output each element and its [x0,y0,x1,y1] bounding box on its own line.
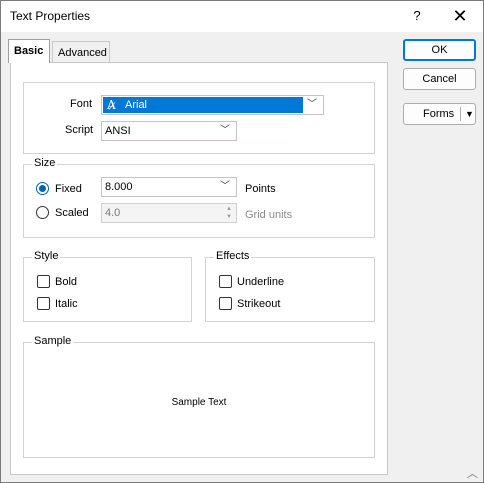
text-properties-dialog: Text Properties ? ✕ Basic Advanced Font … [0,0,484,483]
scaled-size-value: 4.0 [105,207,121,219]
font-type-icon: A̷ [107,98,116,112]
underline-checkbox[interactable] [219,275,232,288]
points-unit-label: Points [245,183,276,195]
script-label: Script [65,124,94,136]
chevron-down-icon: ﹀ [220,181,230,192]
fixed-size-combo[interactable]: 8.000 ﹀ [101,177,237,197]
basic-tab-panel: Font A̷ Arial ﹀ Script ANSI ﹀ Size Fixed… [10,62,388,475]
script-value: ANSI [105,125,131,137]
size-group: Size Fixed 8.000 ﹀ Points Scaled 4.0 ▲ ▼ … [23,157,375,238]
sample-legend: Sample [32,335,74,347]
scaled-size-spinner: 4.0 ▲ ▼ [101,203,237,223]
underline-label[interactable]: Underline [237,276,284,288]
style-group: Style Bold Italic [23,250,192,322]
fixed-radio[interactable] [36,182,49,195]
style-legend: Style [32,250,61,262]
font-group: Font A̷ Arial ﹀ Script ANSI ﹀ [23,82,375,154]
ok-button[interactable]: OK [403,39,476,61]
forms-separator [460,107,461,121]
window-title: Text Properties [10,9,91,23]
strikeout-label[interactable]: Strikeout [237,298,280,310]
grid-units-label: Grid units [245,209,293,221]
effects-group: Effects Underline Strikeout [205,250,375,322]
italic-checkbox[interactable] [37,297,50,310]
font-label: Font [70,98,93,110]
chevron-up-icon[interactable]: ︿ [467,465,478,481]
fixed-size-value: 8.000 [105,181,133,193]
font-combo[interactable]: A̷ Arial ﹀ [101,95,324,115]
tab-basic[interactable]: Basic [8,39,50,63]
tab-advanced[interactable]: Advanced [52,41,110,63]
effects-legend: Effects [214,250,252,262]
font-selected-value: A̷ Arial [103,97,303,113]
script-combo[interactable]: ANSI ﹀ [101,121,237,141]
font-value: Arial [125,99,148,111]
forms-button[interactable]: Forms ▼ [403,103,476,125]
strikeout-checkbox[interactable] [219,297,232,310]
caret-down-icon[interactable]: ▼ [465,104,474,124]
cancel-button[interactable]: Cancel [403,68,476,90]
scaled-label[interactable]: Scaled [55,207,89,219]
spinner-arrows-icon: ▲ ▼ [226,206,232,220]
sample-text: Sample Text [171,397,227,408]
help-button[interactable]: ? [407,6,427,26]
bold-checkbox[interactable] [37,275,50,288]
sample-group: Sample Sample Text [23,335,375,458]
close-button[interactable]: ✕ [449,6,471,26]
scaled-radio[interactable] [36,206,49,219]
chevron-down-icon: ﹀ [307,99,317,110]
size-legend: Size [32,157,58,169]
italic-label[interactable]: Italic [55,298,78,310]
chevron-down-icon: ﹀ [220,125,230,136]
bold-label[interactable]: Bold [55,276,77,288]
title-bar: Text Properties ? ✕ [1,1,483,32]
fixed-label[interactable]: Fixed [55,183,82,195]
forms-label: Forms [423,108,455,120]
